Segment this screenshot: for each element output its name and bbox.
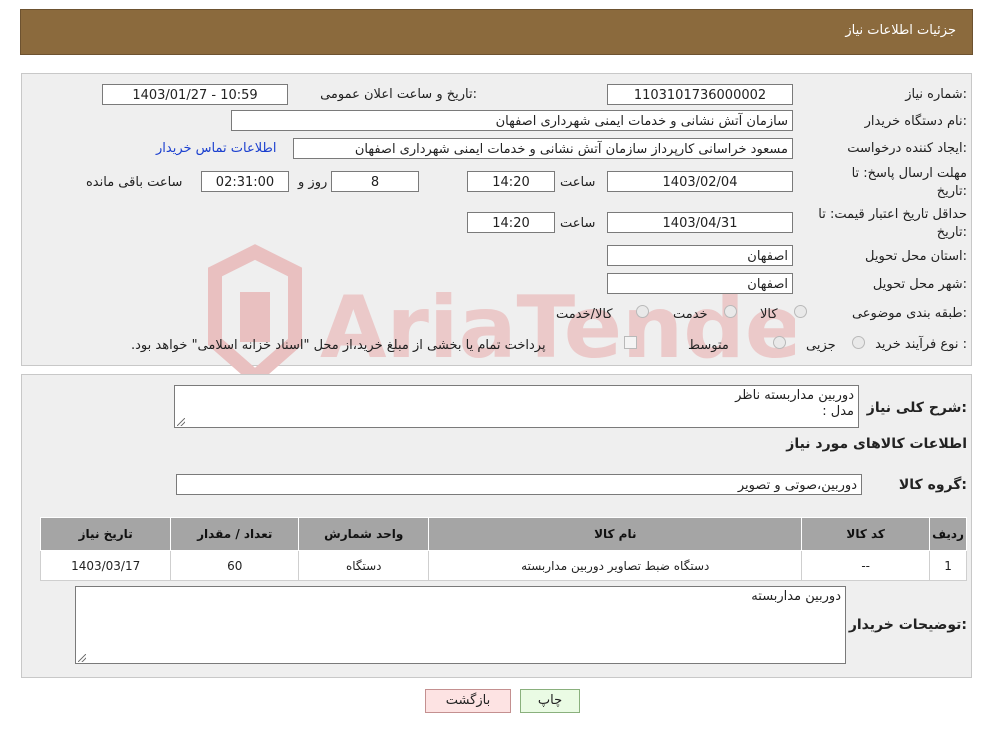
buyer-org-label: نام دستگاه خریدار: xyxy=(864,114,967,129)
creator-field: مسعود خراسانی کارپرداز سازمان آتش نشانی … xyxy=(293,138,793,159)
payment-note: پرداخت تمام یا بخشی از مبلغ خرید،از محل … xyxy=(131,338,546,353)
back-button[interactable]: بازگشت xyxy=(425,689,511,713)
validity-label-date: تاریخ: xyxy=(936,225,967,240)
goods-group-label: گروه کالا: xyxy=(898,477,967,493)
need-number-label: شماره نیاز: xyxy=(905,87,967,102)
col-unit: واحد شمارش xyxy=(298,517,430,551)
col-row-number: ردیف xyxy=(929,517,967,551)
summary-label: شرح کلی نیاز: xyxy=(866,400,967,416)
category-option-goods: کالا xyxy=(760,307,778,322)
purchase-option-minor: جزیی xyxy=(806,338,836,353)
goods-group-field: دوربین،صوتی و تصویر xyxy=(176,474,862,495)
table-header-row: ردیف کد کالا نام کالا واحد شمارش تعداد /… xyxy=(39,517,967,551)
purchase-type-label: نوع فرآیند خرید : xyxy=(875,337,967,352)
col-item-name: نام کالا xyxy=(428,517,803,551)
deadline-label-date: تاریخ: xyxy=(936,184,967,199)
page-header: جزئیات اطلاعات نیاز xyxy=(20,9,973,55)
buyer-notes-label: توضیحات خریدار: xyxy=(848,617,967,633)
resize-handle-icon[interactable] xyxy=(78,654,86,662)
cell-need-date: 1403/03/17 xyxy=(39,550,172,581)
col-need-date: تاریخ نیاز xyxy=(39,517,172,551)
goods-info-title: اطلاعات کالاهای مورد نیاز xyxy=(786,436,967,452)
cell-unit: دستگاه xyxy=(298,550,430,581)
province-field: اصفهان xyxy=(607,245,793,266)
validity-time-field: 14:20 xyxy=(467,212,555,233)
category-option-service: خدمت xyxy=(673,307,708,322)
announce-label: تاریخ و ساعت اعلان عمومی: xyxy=(320,87,477,102)
buyer-contact-link[interactable]: اطلاعات تماس خریدار xyxy=(156,141,276,156)
deadline-date-field: 1403/02/04 xyxy=(607,171,793,192)
category-label: طبقه بندی موضوعی: xyxy=(851,306,967,321)
purchase-radio-medium[interactable] xyxy=(773,336,786,349)
announce-datetime-field: 1403/01/27 - 10:59 xyxy=(102,84,288,105)
deadline-time-label: ساعت xyxy=(560,175,596,190)
remaining-time-field: 02:31:00 xyxy=(201,171,289,192)
col-item-code: کد کالا xyxy=(801,517,931,551)
purchase-radio-minor[interactable] xyxy=(852,336,865,349)
cell-quantity: 60 xyxy=(170,550,300,581)
category-radio-service[interactable] xyxy=(724,305,737,318)
deadline-label: مهلت ارسال پاسخ: تا xyxy=(851,166,967,181)
buyer-notes-text: دوربین مداربسته xyxy=(751,589,841,604)
page-title: جزئیات اطلاعات نیاز xyxy=(845,23,956,38)
summary-line-2: مدل : xyxy=(822,404,854,419)
cell-item-name: دستگاه ضبط تصاویر دوربین مداربسته xyxy=(428,550,803,581)
province-label: استان محل تحویل: xyxy=(865,249,967,264)
col-quantity: تعداد / مقدار xyxy=(170,517,300,551)
cell-row-number: 1 xyxy=(929,550,967,581)
validity-time-label: ساعت xyxy=(560,216,596,231)
category-radio-both[interactable] xyxy=(636,305,649,318)
creator-label: ایجاد کننده درخواست: xyxy=(847,141,967,156)
days-field: 8 xyxy=(331,171,419,192)
city-label: شهر محل تحویل: xyxy=(872,277,967,292)
summary-textarea[interactable]: دوربین مداربسته ناظر مدل : xyxy=(174,385,859,428)
buyer-notes-textarea[interactable]: دوربین مداربسته xyxy=(75,586,846,664)
table-row: 1 -- دستگاه ضبط تصاویر دوربین مداربسته د… xyxy=(39,550,967,581)
category-option-both: کالا/خدمت xyxy=(556,307,613,322)
buyer-org-field: سازمان آتش نشانی و خدمات ایمنی شهرداری ا… xyxy=(231,110,793,131)
summary-line-1: دوربین مداربسته ناظر xyxy=(735,388,854,403)
goods-table: ردیف کد کالا نام کالا واحد شمارش تعداد /… xyxy=(39,517,967,581)
category-radio-goods[interactable] xyxy=(794,305,807,318)
treasury-checkbox[interactable] xyxy=(624,336,637,349)
validity-label: حداقل تاریخ اعتبار قیمت: تا xyxy=(818,207,967,222)
need-number-field: 1103101736000002 xyxy=(607,84,793,105)
validity-date-field: 1403/04/31 xyxy=(607,212,793,233)
purchase-option-medium: متوسط xyxy=(688,338,729,353)
print-button[interactable]: چاپ xyxy=(520,689,580,713)
cell-item-code: -- xyxy=(801,550,931,581)
resize-handle-icon[interactable] xyxy=(177,418,185,426)
days-label: روز و xyxy=(298,175,328,190)
city-field: اصفهان xyxy=(607,273,793,294)
deadline-time-field: 14:20 xyxy=(467,171,555,192)
remaining-label: ساعت باقی مانده xyxy=(86,175,183,190)
